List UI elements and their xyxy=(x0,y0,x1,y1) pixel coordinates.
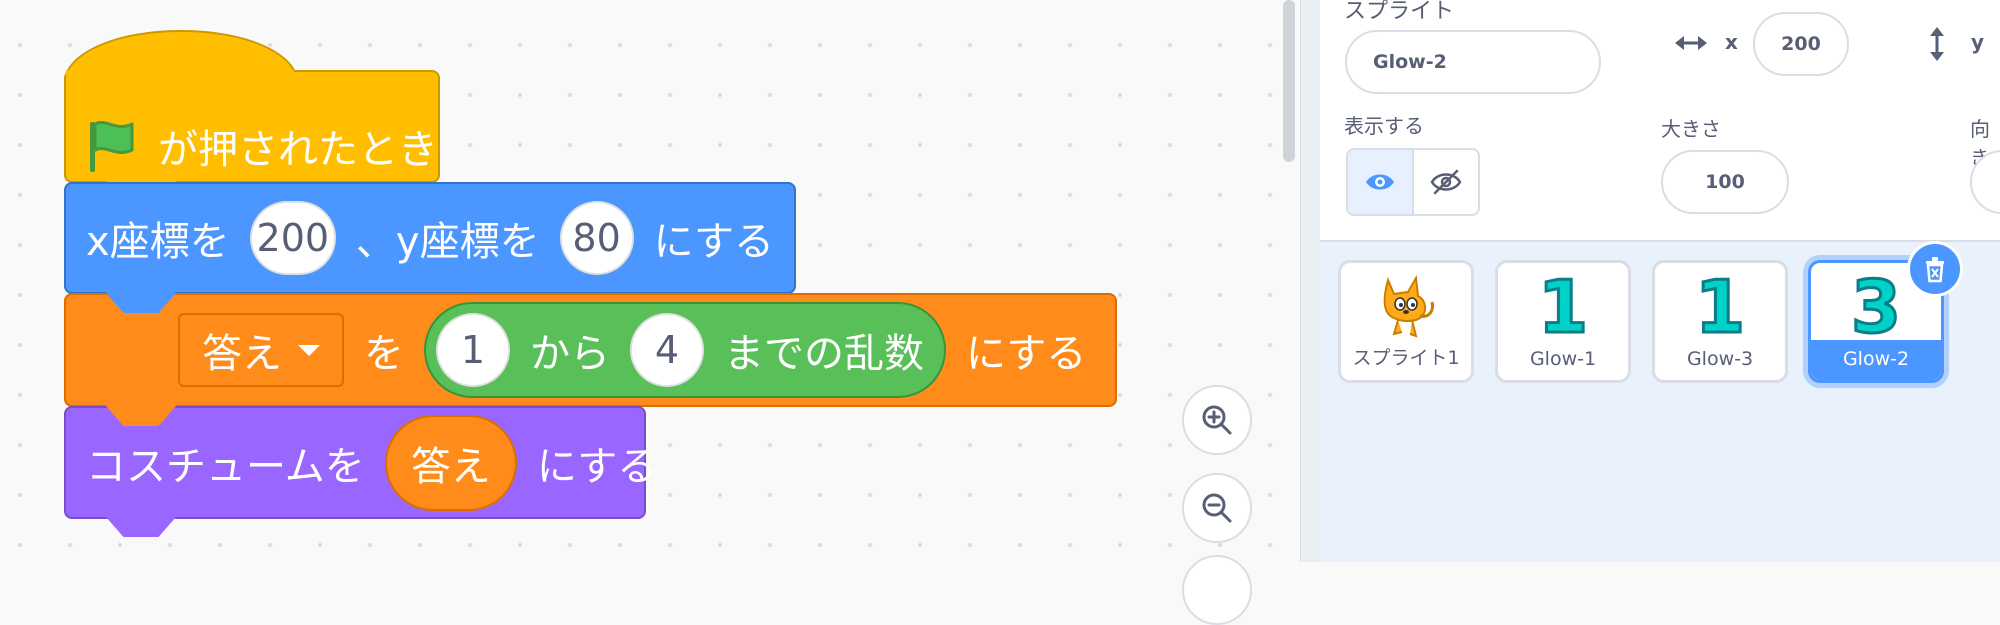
visibility-toggle[interactable] xyxy=(1346,148,1480,216)
size-label: 大きさ xyxy=(1661,117,1721,141)
hat-cap-join xyxy=(66,70,294,114)
eye-icon xyxy=(1366,174,1394,190)
motion-text-3: にする xyxy=(653,219,774,265)
eye-slash-icon xyxy=(1430,169,1462,195)
dropdown-caret-icon xyxy=(298,344,320,356)
sprite-tile[interactable]: スプライト1 xyxy=(1338,260,1474,383)
zoom-in-icon xyxy=(1202,405,1232,435)
zoom-reset-button[interactable] xyxy=(1182,555,1252,625)
sprite-name-label: スプライト xyxy=(1344,0,1455,24)
cat-sprite-icon xyxy=(1341,267,1471,347)
show-button[interactable] xyxy=(1348,150,1414,214)
sprite-tile[interactable]: 1 Glow-3 xyxy=(1652,260,1788,383)
set-variable-block[interactable]: 答え を 1 から 4 までの乱数 にする xyxy=(64,293,1117,425)
sprite-name: Glow-2 xyxy=(1842,348,1910,370)
looks-text-1: コスチュームを xyxy=(86,443,365,490)
pane-divider xyxy=(1300,0,1321,562)
sprite-name: スプライト1 xyxy=(1352,347,1460,369)
looks-top-notch xyxy=(106,406,176,426)
variable-dropdown[interactable]: 答え xyxy=(178,313,344,387)
answer-reporter[interactable]: 答え xyxy=(384,414,517,511)
go-to-xy-block[interactable]: x座標を 200 、y座標を 80 にする xyxy=(64,182,796,312)
random-from-label: から xyxy=(530,331,610,377)
looks-text-2: にする xyxy=(536,443,658,490)
x-field[interactable]: 200 xyxy=(1753,12,1849,76)
delete-sprite-button[interactable] xyxy=(1907,241,1963,297)
pick-random-reporter[interactable]: 1 から 4 までの乱数 xyxy=(424,302,946,398)
sprite-name: Glow-3 xyxy=(1686,348,1754,370)
green-flag-icon xyxy=(86,118,140,174)
size-field[interactable]: 100 xyxy=(1661,150,1789,214)
hat-block-label: が押されたとき xyxy=(158,126,438,173)
variable-text-1: を xyxy=(364,331,404,377)
zoom-out-icon xyxy=(1202,493,1232,523)
motion-text-2: 、y座標を xyxy=(355,219,540,265)
sprite-tile[interactable]: 1 Glow-1 xyxy=(1495,260,1631,383)
variable-top-notch xyxy=(106,293,176,313)
zoom-in-button[interactable] xyxy=(1182,385,1252,455)
zoom-out-button[interactable] xyxy=(1182,473,1252,543)
sprite-name: Glow-1 xyxy=(1529,348,1597,370)
glow-1-sprite-icon: 1 xyxy=(1693,265,1746,349)
x-label: x xyxy=(1725,30,1738,54)
motion-text-1: x座標を xyxy=(86,219,230,265)
switch-costume-block[interactable]: コスチュームを 答え にする xyxy=(64,406,657,537)
x-arrows-icon xyxy=(1673,28,1709,62)
random-to-input[interactable]: 4 xyxy=(630,313,704,387)
sprite-name-field[interactable]: Glow-2 xyxy=(1345,30,1601,94)
random-to-label: までの乱数 xyxy=(724,331,924,377)
variable-text-2: にする xyxy=(966,331,1087,377)
variable-dropdown-label: 答え xyxy=(202,331,282,377)
trash-icon xyxy=(1926,257,1944,283)
hide-button[interactable] xyxy=(1414,150,1478,214)
glow-1-sprite-icon: 1 xyxy=(1536,265,1589,349)
random-from-input[interactable]: 1 xyxy=(436,313,510,387)
show-label: 表示する xyxy=(1344,114,1424,138)
y-label: y xyxy=(1971,30,1985,54)
code-area-scrollbar[interactable] xyxy=(1283,0,1295,162)
y-input[interactable]: 80 xyxy=(559,201,634,275)
y-arrows-icon xyxy=(1925,25,1949,67)
x-input[interactable]: 200 xyxy=(249,201,336,275)
